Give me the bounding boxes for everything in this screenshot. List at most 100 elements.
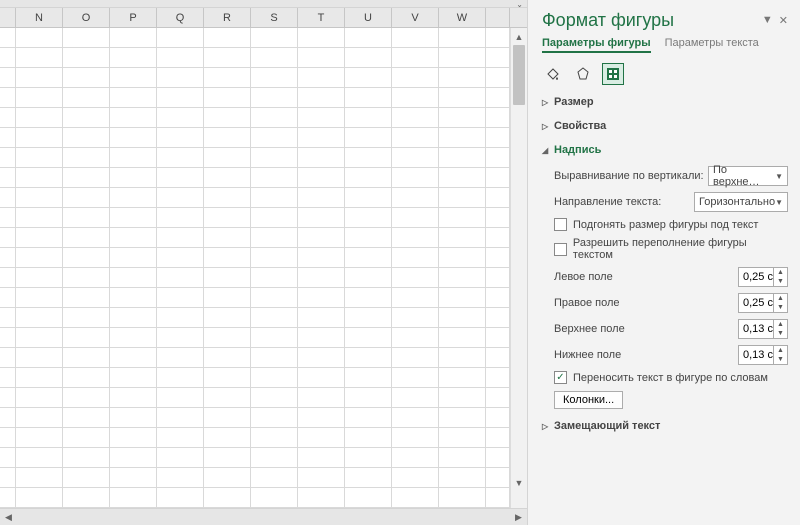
cell[interactable] — [157, 328, 204, 348]
top-margin-input[interactable] — [739, 323, 773, 335]
cell[interactable] — [63, 288, 110, 308]
cell[interactable] — [204, 428, 251, 448]
cell[interactable] — [298, 48, 345, 68]
cell[interactable] — [110, 48, 157, 68]
cell[interactable] — [0, 328, 16, 348]
cell[interactable] — [251, 308, 298, 328]
cell[interactable] — [157, 468, 204, 488]
cell[interactable] — [486, 108, 510, 128]
cell[interactable] — [345, 148, 392, 168]
cell[interactable] — [16, 368, 63, 388]
column-header[interactable]: U — [345, 8, 392, 27]
cell[interactable] — [0, 468, 16, 488]
cell[interactable] — [251, 108, 298, 128]
cell[interactable] — [298, 128, 345, 148]
cell[interactable] — [0, 128, 16, 148]
cell[interactable] — [204, 288, 251, 308]
cell[interactable] — [110, 188, 157, 208]
cell[interactable] — [63, 428, 110, 448]
cell[interactable] — [16, 88, 63, 108]
cell[interactable] — [110, 28, 157, 48]
cell[interactable] — [345, 308, 392, 328]
column-header[interactable]: W — [439, 8, 486, 27]
cell[interactable] — [439, 368, 486, 388]
cell[interactable] — [298, 468, 345, 488]
cell[interactable] — [298, 408, 345, 428]
spin-up-icon[interactable]: ▲ — [774, 268, 787, 277]
section-head-textbox[interactable]: ◢ Надпись — [542, 141, 788, 159]
size-properties-icon[interactable] — [602, 63, 624, 85]
cell[interactable] — [157, 488, 204, 508]
cell[interactable] — [392, 168, 439, 188]
cell[interactable] — [157, 308, 204, 328]
cell[interactable] — [157, 168, 204, 188]
cell[interactable] — [439, 68, 486, 88]
cell[interactable] — [251, 208, 298, 228]
cell[interactable] — [486, 208, 510, 228]
cell[interactable] — [157, 408, 204, 428]
cell[interactable] — [439, 408, 486, 428]
cell[interactable] — [392, 428, 439, 448]
cell[interactable] — [0, 448, 16, 468]
cell[interactable] — [63, 468, 110, 488]
valign-combo[interactable]: По верхне… ▼ — [708, 166, 788, 186]
cell[interactable] — [204, 128, 251, 148]
cell[interactable] — [110, 228, 157, 248]
cell[interactable] — [251, 188, 298, 208]
cell[interactable] — [0, 428, 16, 448]
cell[interactable] — [157, 128, 204, 148]
cell[interactable] — [204, 168, 251, 188]
cell[interactable] — [157, 288, 204, 308]
cell[interactable] — [63, 188, 110, 208]
cell[interactable] — [486, 368, 510, 388]
cell[interactable] — [298, 448, 345, 468]
cell[interactable] — [204, 228, 251, 248]
pane-options-icon[interactable]: ▼ — [762, 14, 773, 27]
cell[interactable] — [298, 308, 345, 328]
cell[interactable] — [16, 308, 63, 328]
cell[interactable] — [204, 308, 251, 328]
cell[interactable] — [63, 348, 110, 368]
cell[interactable] — [63, 48, 110, 68]
cell[interactable] — [439, 308, 486, 328]
cell[interactable] — [0, 348, 16, 368]
cell[interactable] — [0, 228, 16, 248]
cell[interactable] — [110, 328, 157, 348]
cell[interactable] — [345, 408, 392, 428]
cell[interactable] — [486, 448, 510, 468]
cell[interactable] — [204, 408, 251, 428]
cell[interactable] — [0, 408, 16, 428]
cell[interactable] — [0, 48, 16, 68]
cell[interactable] — [251, 488, 298, 508]
spin-up-icon[interactable]: ▲ — [774, 346, 787, 355]
cell[interactable] — [157, 268, 204, 288]
cell[interactable] — [157, 448, 204, 468]
cell[interactable] — [439, 208, 486, 228]
cell[interactable] — [63, 268, 110, 288]
cell[interactable] — [157, 228, 204, 248]
cell[interactable] — [439, 168, 486, 188]
fill-icon[interactable] — [542, 63, 564, 85]
cell[interactable] — [0, 208, 16, 228]
cell[interactable] — [439, 388, 486, 408]
cell[interactable] — [16, 188, 63, 208]
cell[interactable] — [298, 288, 345, 308]
spin-up-icon[interactable]: ▲ — [774, 320, 787, 329]
cell[interactable] — [486, 88, 510, 108]
cell[interactable] — [63, 388, 110, 408]
cell[interactable] — [298, 28, 345, 48]
cell[interactable] — [392, 148, 439, 168]
cell[interactable] — [251, 288, 298, 308]
cell[interactable] — [439, 228, 486, 248]
combo-caret-icon[interactable]: ⌄ — [516, 0, 523, 9]
cell[interactable] — [110, 408, 157, 428]
cell[interactable] — [298, 368, 345, 388]
cell[interactable] — [16, 428, 63, 448]
cell[interactable] — [251, 388, 298, 408]
column-header[interactable]: Q — [157, 8, 204, 27]
spin-down-icon[interactable]: ▼ — [774, 355, 787, 364]
cell[interactable] — [157, 368, 204, 388]
cell[interactable] — [392, 468, 439, 488]
scroll-down-button[interactable]: ▼ — [511, 474, 527, 491]
cell[interactable] — [345, 268, 392, 288]
